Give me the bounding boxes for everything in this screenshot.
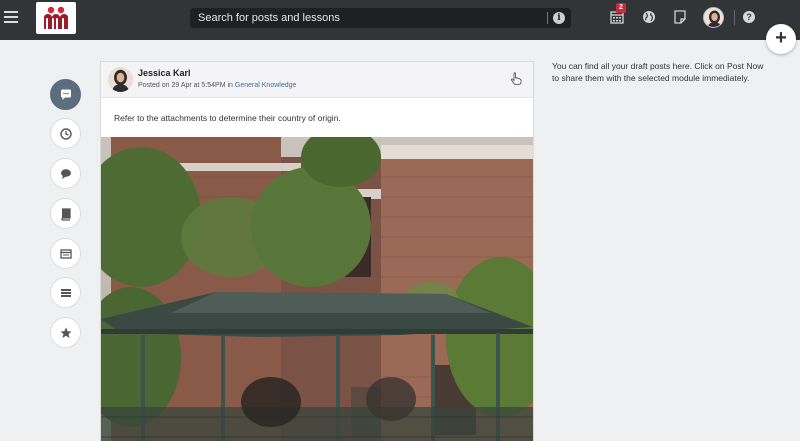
rail-lessons-button[interactable] <box>50 198 81 229</box>
user-avatar[interactable] <box>703 7 724 28</box>
author-name[interactable]: Jessica Karl <box>138 68 191 78</box>
create-post-button[interactable]: + <box>766 24 796 54</box>
header-divider <box>734 10 735 25</box>
rail-events-button[interactable] <box>50 238 81 269</box>
building-photo <box>101 137 533 441</box>
post-timestamp: Posted on 29 Apr at 5:54PM in <box>138 82 233 89</box>
search-bar: i <box>190 8 571 28</box>
book-icon <box>61 208 71 221</box>
module-link[interactable]: General Knowledge <box>235 82 297 89</box>
post-header: Jessica Karl Posted on 29 Apr at 5:54PM … <box>101 62 533 98</box>
logo-mark-icon <box>44 6 68 29</box>
search-divider <box>547 12 548 24</box>
rail-recent-button[interactable] <box>50 118 81 149</box>
app-logo[interactable] <box>36 2 76 34</box>
stack-icon <box>61 289 71 297</box>
top-navigation-bar: i 2 ? <box>0 0 800 40</box>
author-avatar[interactable] <box>108 67 133 92</box>
post-attachment-image[interactable] <box>101 137 533 441</box>
rail-modules-button[interactable] <box>50 277 81 308</box>
post-card: Jessica Karl Posted on 29 Apr at 5:54PM … <box>100 61 534 441</box>
posts-icon <box>61 89 71 100</box>
clock-icon <box>60 128 72 140</box>
post-meta: Posted on 29 Apr at 5:54PM in General Kn… <box>138 82 296 89</box>
calendar-card-icon <box>60 249 72 259</box>
menu-icon[interactable] <box>4 11 18 23</box>
post-body-text: Refer to the attachments to determine th… <box>114 113 341 123</box>
notes-icon[interactable] <box>672 9 688 25</box>
draft-posts-hint: You can find all your draft posts here. … <box>552 61 764 83</box>
star-icon <box>60 327 72 338</box>
rail-posts-button[interactable] <box>50 79 81 110</box>
globe-icon[interactable] <box>641 9 657 25</box>
info-icon[interactable]: i <box>553 12 565 24</box>
search-input[interactable] <box>190 8 540 28</box>
hand-pointer-icon[interactable] <box>510 72 522 85</box>
help-icon[interactable]: ? <box>743 11 755 23</box>
comment-icon <box>61 169 71 179</box>
notification-badge: 2 <box>616 3 626 13</box>
rail-comments-button[interactable] <box>50 158 81 189</box>
rail-favorites-button[interactable] <box>50 317 81 348</box>
